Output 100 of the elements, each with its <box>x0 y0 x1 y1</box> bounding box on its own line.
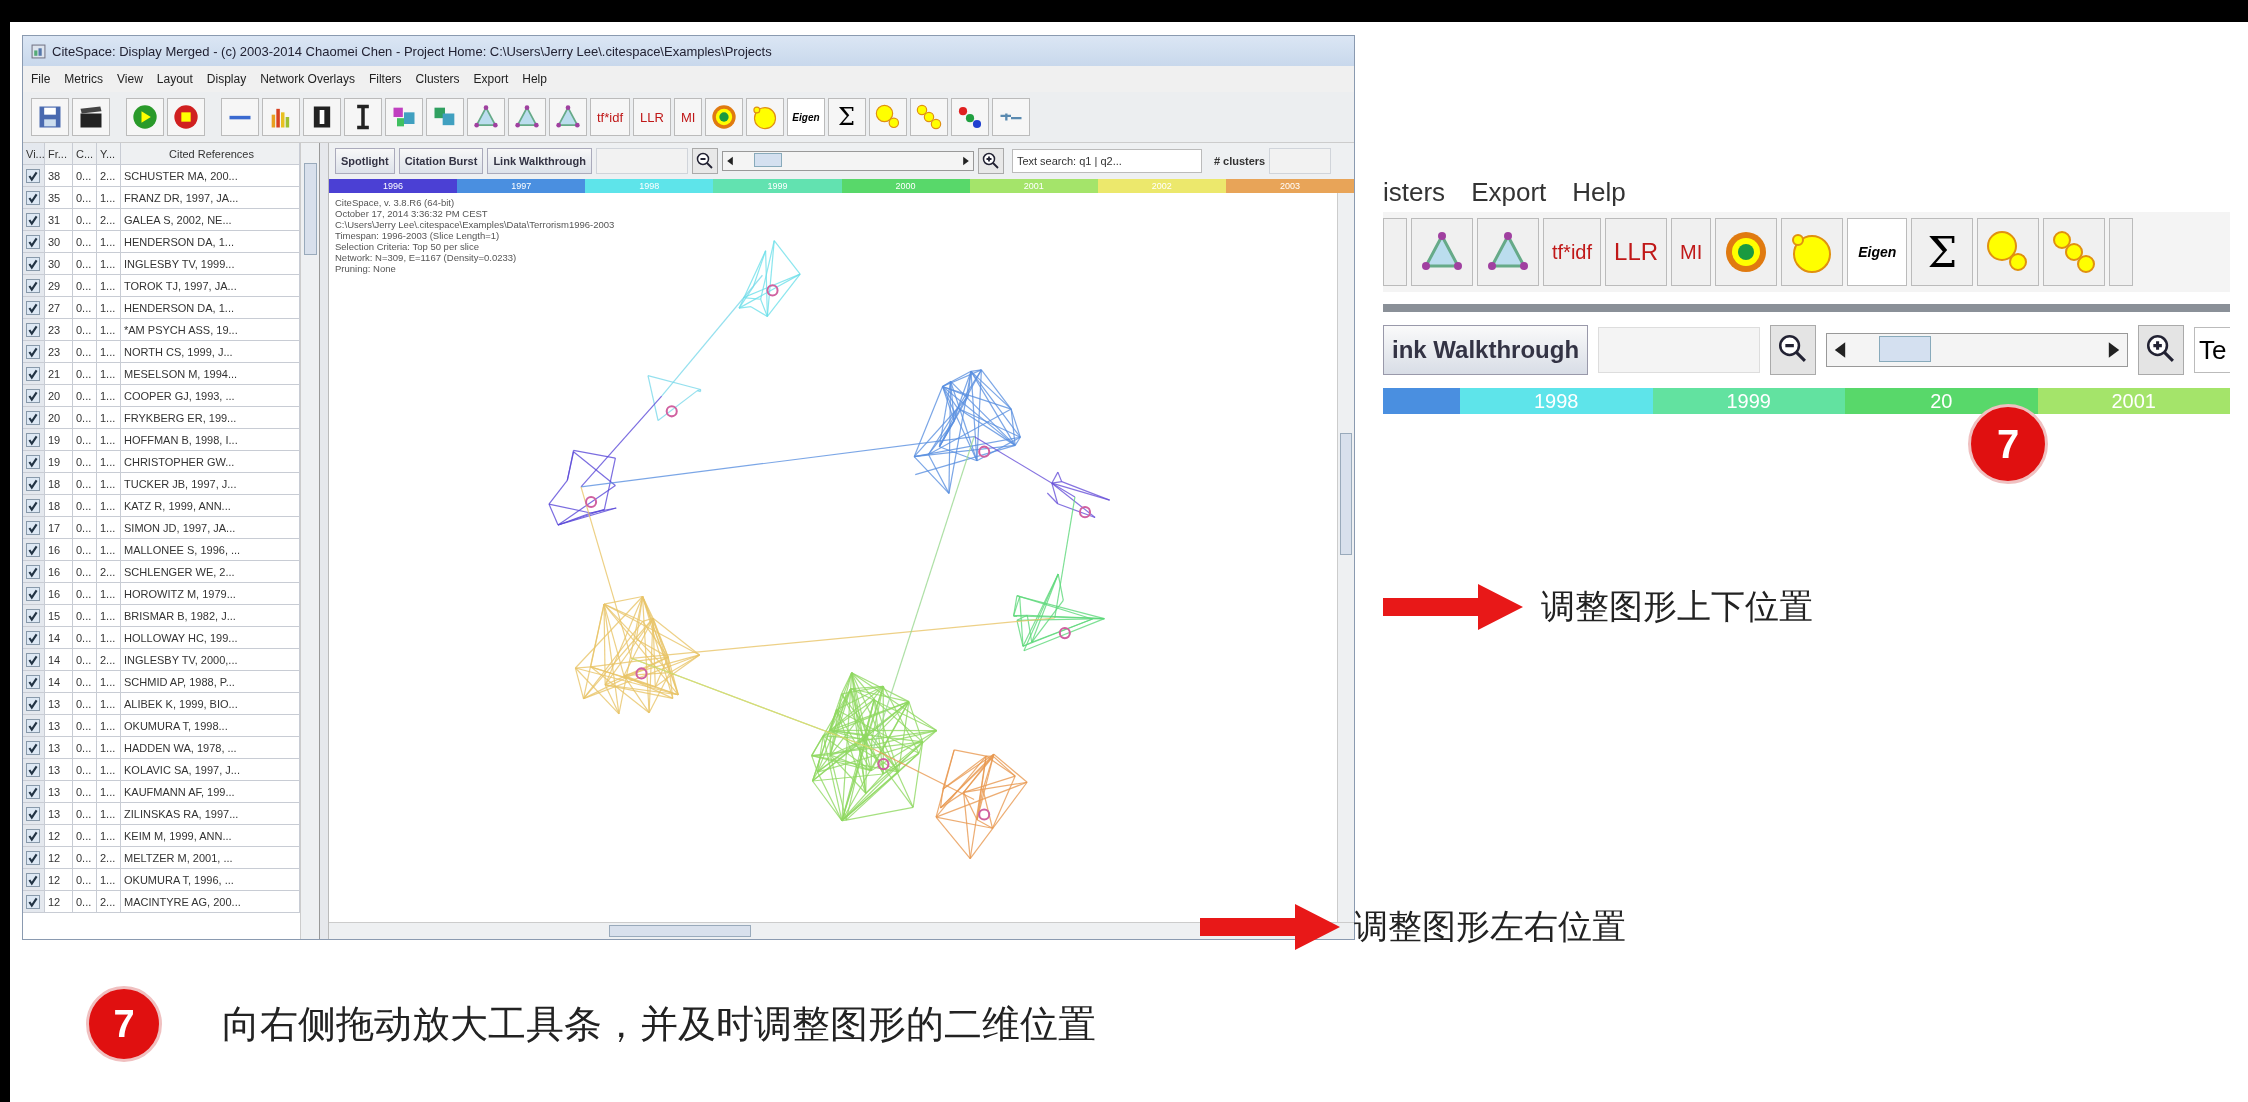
zoom-slider[interactable] <box>1826 333 2129 367</box>
clapperboard-icon[interactable] <box>72 98 110 136</box>
checkbox[interactable] <box>26 190 40 205</box>
toolbar-button[interactable]: Citation Burst <box>398 148 484 174</box>
menu-item[interactable]: Metrics <box>64 72 103 86</box>
scrollbar[interactable] <box>1337 193 1354 922</box>
tiles-icon[interactable] <box>426 98 464 136</box>
info-text: C:\Users\Jerry Lee\.citespace\Examples\Data\Terrorism1996-2003 <box>335 219 615 230</box>
zoom-out-icon[interactable] <box>1770 325 1817 375</box>
table-cell: 1... <box>97 605 121 626</box>
checkbox[interactable] <box>26 388 40 403</box>
sum-button[interactable]: Σ <box>827 98 866 136</box>
checkbox[interactable] <box>26 718 40 733</box>
table-cell: 0... <box>73 275 97 296</box>
menu-item[interactable]: Help <box>1572 176 1626 208</box>
stop-icon[interactable] <box>167 98 205 136</box>
checkbox[interactable] <box>26 740 40 755</box>
menu-item[interactable]: File <box>31 72 51 86</box>
table-cell: 19 <box>45 429 73 450</box>
play-icon[interactable] <box>126 98 164 136</box>
table-cell: 1... <box>97 715 121 736</box>
checkbox[interactable] <box>26 762 40 777</box>
checkbox[interactable] <box>26 498 40 513</box>
search-field[interactable]: Te <box>2194 327 2230 373</box>
checkbox[interactable] <box>26 630 40 645</box>
year-segment: 1997 <box>457 179 586 193</box>
table-cell: 12 <box>45 869 73 890</box>
eigen-button[interactable]: Eigen <box>1847 218 1908 286</box>
checkbox[interactable] <box>26 476 40 491</box>
menu-item[interactable]: isters <box>1383 176 1446 208</box>
clusters-field[interactable] <box>1269 148 1332 174</box>
zoom-out-icon[interactable] <box>691 148 718 174</box>
table-cell: 0... <box>73 517 97 538</box>
checkbox[interactable] <box>26 212 40 227</box>
eigen-button[interactable]: Eigen <box>787 98 825 136</box>
checkbox[interactable] <box>26 784 40 799</box>
toolbar-button[interactable]: Link Walkthrough <box>487 148 592 174</box>
checkbox[interactable] <box>26 168 40 183</box>
checkbox[interactable] <box>26 432 40 447</box>
checkbox[interactable] <box>26 872 40 887</box>
tfidf-button[interactable]: tf*idf <box>590 98 630 136</box>
column-header[interactable]: Vi... <box>23 143 45 164</box>
toolbar-button[interactable]: ink Walkthrough <box>1383 325 1589 375</box>
bar-chart-icon[interactable] <box>262 98 300 136</box>
table-cell: 13 <box>45 715 73 736</box>
tfidf-button[interactable]: tf*idf <box>1543 218 1602 286</box>
zoom-slider[interactable] <box>721 151 974 171</box>
column-header[interactable]: C... <box>73 143 97 164</box>
checkbox[interactable] <box>26 366 40 381</box>
menu-item[interactable]: Clusters <box>415 72 460 86</box>
menu-item[interactable]: View <box>117 72 143 86</box>
column-header[interactable]: Y... <box>97 143 121 164</box>
llr-button[interactable]: LLR <box>1605 218 1668 286</box>
sum-button[interactable]: Σ <box>1911 218 1974 286</box>
toolbar-button[interactable]: Spotlight <box>335 148 395 174</box>
table-cell: 1... <box>97 583 121 604</box>
checkbox[interactable] <box>26 278 40 293</box>
target-icon[interactable] <box>1715 218 1778 286</box>
llr-button[interactable]: LLR <box>633 98 671 136</box>
menu-item[interactable]: Layout <box>156 72 193 86</box>
checkbox[interactable] <box>26 608 40 623</box>
checkbox[interactable] <box>26 344 40 359</box>
dots-icon[interactable] <box>950 98 989 136</box>
menu-item[interactable]: Export <box>1471 176 1547 208</box>
table-cell: 0... <box>73 231 97 252</box>
checkbox[interactable] <box>26 894 40 909</box>
table-cell: 13 <box>45 737 73 758</box>
window-title: CiteSpace: Display Merged - (c) 2003-2014 Chaomei Chen - Project Home: C:\Users\Jerry Lee\.citespace\Examples\Projects <box>52 43 772 59</box>
checkbox[interactable] <box>26 674 40 689</box>
menu-item[interactable]: Filters <box>368 72 402 86</box>
checkbox[interactable] <box>26 300 40 315</box>
checkbox[interactable] <box>26 850 40 865</box>
mi-button[interactable]: MI <box>673 98 703 136</box>
checkbox[interactable] <box>26 828 40 843</box>
column-header[interactable]: Fr... <box>45 143 73 164</box>
menu-item[interactable]: Help <box>522 72 547 86</box>
checkbox[interactable] <box>26 256 40 271</box>
menu-item[interactable]: Export <box>473 72 509 86</box>
checkbox[interactable] <box>26 586 40 601</box>
app-icon <box>31 43 46 59</box>
checkbox[interactable] <box>26 696 40 711</box>
scrollbar[interactable] <box>300 143 319 939</box>
checkbox[interactable] <box>26 564 40 579</box>
checkbox[interactable] <box>26 652 40 667</box>
menu-item[interactable]: Network Overlays <box>260 72 355 86</box>
checkbox[interactable] <box>26 542 40 557</box>
zoom-in-icon[interactable] <box>977 148 1004 174</box>
checkbox[interactable] <box>26 410 40 425</box>
tiles-icon[interactable] <box>385 98 423 136</box>
save-icon[interactable] <box>31 98 69 136</box>
search-field[interactable]: Text search: q1 | q2... <box>1011 149 1202 173</box>
checkbox[interactable] <box>26 454 40 469</box>
checkbox[interactable] <box>26 520 40 535</box>
zoom-in-icon[interactable] <box>2138 325 2185 375</box>
mi-button[interactable]: MI <box>1671 218 1712 286</box>
menu-item[interactable]: Display <box>206 72 247 86</box>
checkbox[interactable] <box>26 322 40 337</box>
checkbox[interactable] <box>26 806 40 821</box>
target-icon[interactable] <box>705 98 744 136</box>
checkbox[interactable] <box>26 234 40 249</box>
